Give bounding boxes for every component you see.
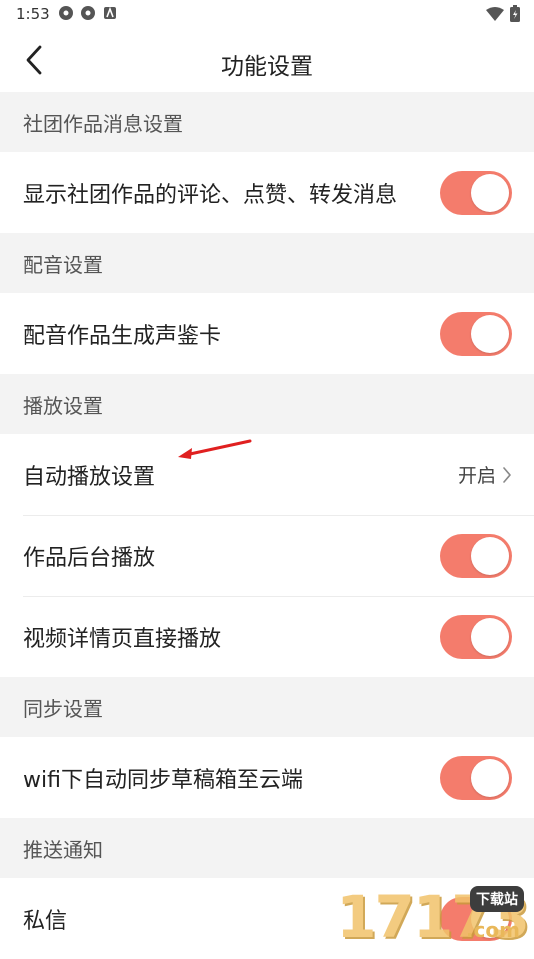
- toggle-knob: [471, 617, 509, 656]
- section-header-playback: 播放设置: [0, 374, 534, 434]
- status-system-icons: [486, 5, 520, 26]
- toggle-knob: [471, 758, 509, 797]
- setting-row-autoplay[interactable]: 自动播放设置 开启: [0, 434, 534, 515]
- autoplay-value-link[interactable]: 开启: [458, 461, 512, 488]
- section-header-club-messages: 社团作品消息设置: [0, 92, 534, 152]
- watermark-logo: 17173 下载站 .com: [302, 883, 530, 951]
- settings-list: 社团作品消息设置 显示社团作品的评论、点赞、转发消息 配音设置 配音作品生成声鉴…: [0, 92, 534, 959]
- setting-label: 自动播放设置: [23, 464, 156, 490]
- setting-row-wifi-sync[interactable]: wifi下自动同步草稿箱至云端: [0, 737, 534, 818]
- section-header-sync: 同步设置: [0, 677, 534, 737]
- section-header-push: 推送通知: [0, 818, 534, 878]
- setting-row-background-play[interactable]: 作品后台播放: [0, 515, 534, 596]
- chevron-right-icon: [503, 466, 511, 483]
- background-play-toggle[interactable]: [440, 533, 512, 578]
- a-notification-icon: [102, 5, 118, 21]
- watermark-suffix: .com: [465, 918, 520, 942]
- status-time: 1:53: [16, 5, 50, 23]
- toggle-knob: [471, 536, 509, 575]
- page-title: 功能设置: [221, 54, 313, 80]
- toggle-knob: [471, 173, 509, 212]
- app-bar: 功能设置: [0, 28, 534, 92]
- setting-row-voice-card[interactable]: 配音作品生成声鉴卡: [0, 293, 534, 374]
- setting-label: 配音作品生成声鉴卡: [23, 323, 222, 349]
- wifi-icon: [486, 6, 504, 25]
- toggle-knob: [471, 314, 509, 353]
- video-direct-play-toggle[interactable]: [440, 614, 512, 659]
- battery-icon: [510, 5, 520, 26]
- setting-label: 视频详情页直接播放: [23, 626, 222, 652]
- status-bar: 1:53: [0, 0, 534, 28]
- autoplay-value: 开启: [457, 465, 496, 487]
- watermark-badge: 下载站: [470, 886, 524, 912]
- setting-label: 作品后台播放: [23, 545, 156, 571]
- setting-label: 显示社团作品的评论、点赞、转发消息: [23, 182, 398, 208]
- setting-label: wifi下自动同步草稿箱至云端: [23, 767, 303, 793]
- status-notification-icons: [58, 5, 118, 21]
- section-header-dubbing: 配音设置: [0, 233, 534, 293]
- club-messages-toggle[interactable]: [440, 170, 512, 215]
- setting-label: 私信: [23, 908, 68, 934]
- voice-card-toggle[interactable]: [440, 311, 512, 356]
- app-notification-icon: [80, 5, 96, 21]
- wifi-sync-toggle[interactable]: [440, 755, 512, 800]
- setting-row-video-direct-play[interactable]: 视频详情页直接播放: [0, 596, 534, 677]
- setting-row-club-messages[interactable]: 显示社团作品的评论、点赞、转发消息: [0, 152, 534, 233]
- app-notification-icon: [58, 5, 74, 21]
